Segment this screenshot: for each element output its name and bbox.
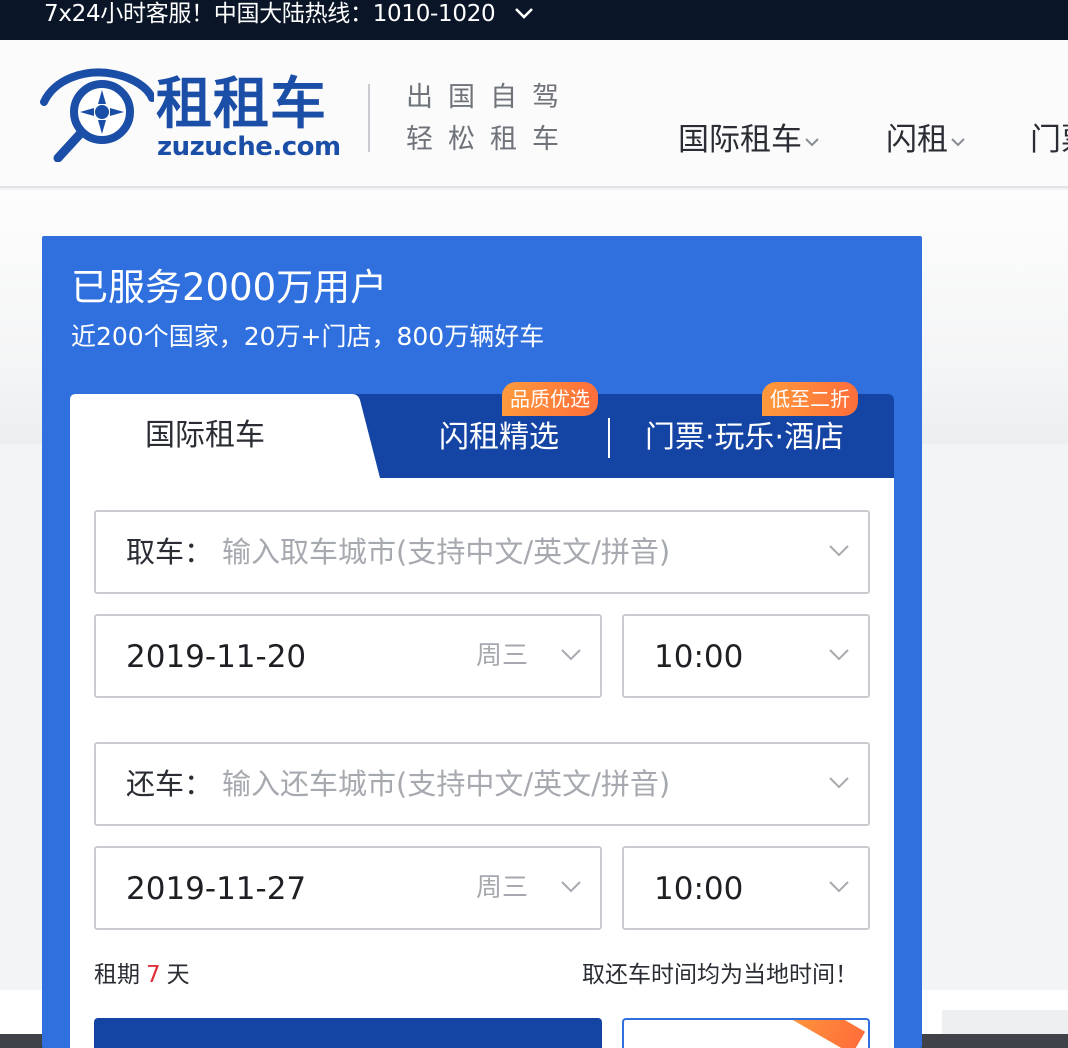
- rental-period-prefix: 租期: [94, 962, 140, 988]
- nav-flash-label: 闪租: [886, 122, 948, 158]
- booking-panel: 已服务2000万用户 近200个国家，20万+门店，800万辆好车 国际租车 闪…: [42, 236, 922, 1048]
- nav-intl-rental[interactable]: 国际租车: [678, 122, 820, 158]
- search-button[interactable]: [94, 1018, 602, 1048]
- pickup-date-value: 2019-11-20: [126, 639, 307, 675]
- logo-domain[interactable]: zuzuche.com: [157, 132, 341, 162]
- chevron-down-icon[interactable]: [828, 648, 850, 662]
- rental-period: 租期 7 天: [94, 960, 190, 990]
- pickup-label: 取车：: [126, 535, 214, 569]
- return-date-value: 2019-11-27: [126, 871, 307, 907]
- top-bar: 7x24小时客服！中国大陆热线：1010-1020: [0, 0, 1068, 40]
- rental-period-suffix: 天: [166, 962, 190, 988]
- tab-intl-rental[interactable]: 国际租车: [145, 418, 265, 454]
- hotline-text: 7x24小时客服！中国大陆热线：1010-1020: [44, 1, 496, 27]
- pickup-time-select[interactable]: 10:00: [622, 614, 870, 698]
- logo-text[interactable]: 租租车: [156, 72, 327, 138]
- chevron-down-icon[interactable]: [560, 880, 582, 894]
- chevron-down-icon[interactable]: [828, 544, 850, 558]
- logo-divider: [368, 84, 370, 152]
- return-time-select[interactable]: 10:00: [622, 846, 870, 930]
- return-city-input[interactable]: 还车： 输入还车城市(支持中文/英文/拼音): [94, 742, 870, 826]
- tab-tickets-hotels[interactable]: 门票·玩乐·酒店: [645, 420, 844, 456]
- return-time-value: 10:00: [654, 871, 744, 907]
- pickup-weekday: 周三: [476, 641, 529, 671]
- nav-intl-label: 国际租车: [678, 122, 802, 158]
- site-header: 租租车 zuzuche.com 出国自驾 轻松租车 国际租车 闪租 门票: [0, 40, 1068, 188]
- return-date-select[interactable]: 2019-11-27 周三: [94, 846, 602, 930]
- chevron-down-icon: [805, 137, 819, 146]
- tab-flash-rental[interactable]: 闪租精选: [439, 420, 559, 456]
- tab-divider: [608, 418, 610, 458]
- logo-magnifier-wheel-icon[interactable]: [40, 68, 154, 162]
- secondary-button[interactable]: [622, 1018, 870, 1048]
- chevron-down-icon: [951, 137, 965, 146]
- nav-ticket-label: 门票: [1030, 122, 1068, 158]
- rental-days: 7: [146, 962, 161, 988]
- chevron-down-icon[interactable]: [512, 1, 536, 25]
- pickup-placeholder: 输入取车城市(支持中文/英文/拼音): [222, 535, 671, 569]
- slogan-line-2: 轻松租车: [406, 124, 574, 155]
- pickup-date-select[interactable]: 2019-11-20 周三: [94, 614, 602, 698]
- local-time-note: 取还车时间均为当地时间！: [582, 962, 858, 988]
- panel-subtitle: 近200个国家，20万+门店，800万辆好车: [71, 322, 545, 351]
- nav-tickets[interactable]: 门票: [1030, 122, 1068, 158]
- return-placeholder: 输入还车城市(支持中文/英文/拼音): [222, 767, 671, 801]
- quality-badge: 品质优选: [502, 382, 598, 416]
- return-label: 还车：: [126, 767, 214, 801]
- chevron-down-icon[interactable]: [828, 880, 850, 894]
- pickup-time-value: 10:00: [654, 639, 744, 675]
- discount-badge: 低至二折: [762, 382, 858, 416]
- nav-flash-rental[interactable]: 闪租: [886, 122, 966, 158]
- panel-title: 已服务2000万用户: [71, 266, 388, 309]
- chevron-down-icon[interactable]: [828, 776, 850, 790]
- chevron-down-icon[interactable]: [560, 648, 582, 662]
- return-weekday: 周三: [476, 873, 529, 903]
- slogan-line-1: 出国自驾: [406, 82, 574, 113]
- corner-ribbon: [782, 1020, 866, 1048]
- pickup-city-input[interactable]: 取车： 输入取车城市(支持中文/英文/拼音): [94, 510, 870, 594]
